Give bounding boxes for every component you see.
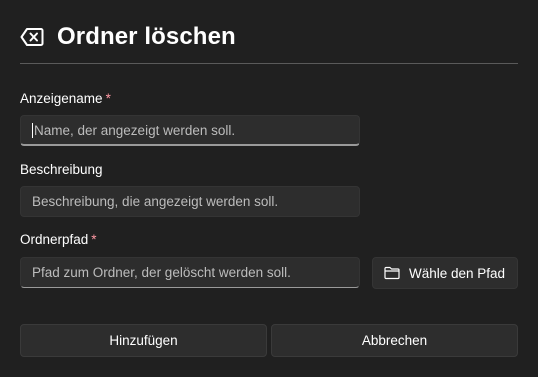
- choose-path-label: Wähle den Pfad: [409, 265, 506, 281]
- description-input[interactable]: Beschreibung, die angezeigt werden soll.: [20, 186, 360, 217]
- dialog-title: Ordner löschen: [57, 23, 236, 50]
- folder-icon: [384, 266, 400, 280]
- header-divider: [20, 63, 518, 64]
- add-button[interactable]: Hinzufügen: [20, 324, 267, 357]
- folder-path-label-text: Ordnerpfad: [20, 232, 89, 247]
- choose-path-button[interactable]: Wähle den Pfad: [372, 257, 518, 289]
- description-label: Beschreibung: [20, 162, 103, 177]
- required-marker: *: [91, 232, 97, 247]
- display-name-input[interactable]: Name, der angezeigt werden soll.: [20, 115, 360, 146]
- description-placeholder: Beschreibung, die angezeigt werden soll.: [32, 194, 279, 209]
- required-marker: *: [105, 91, 111, 106]
- folder-path-placeholder: Pfad zum Ordner, der gelöscht werden sol…: [32, 265, 291, 280]
- display-name-label: Anzeigename *: [20, 91, 111, 106]
- folder-path-input[interactable]: Pfad zum Ordner, der gelöscht werden sol…: [20, 257, 360, 288]
- folder-path-label: Ordnerpfad *: [20, 232, 97, 247]
- display-name-label-text: Anzeigename: [20, 91, 103, 106]
- text-caret: [32, 122, 33, 138]
- dialog-header: Ordner löschen: [20, 20, 236, 54]
- display-name-placeholder: Name, der angezeigt werden soll.: [34, 123, 236, 138]
- backspace-icon: [20, 28, 44, 46]
- cancel-button[interactable]: Abbrechen: [271, 324, 518, 357]
